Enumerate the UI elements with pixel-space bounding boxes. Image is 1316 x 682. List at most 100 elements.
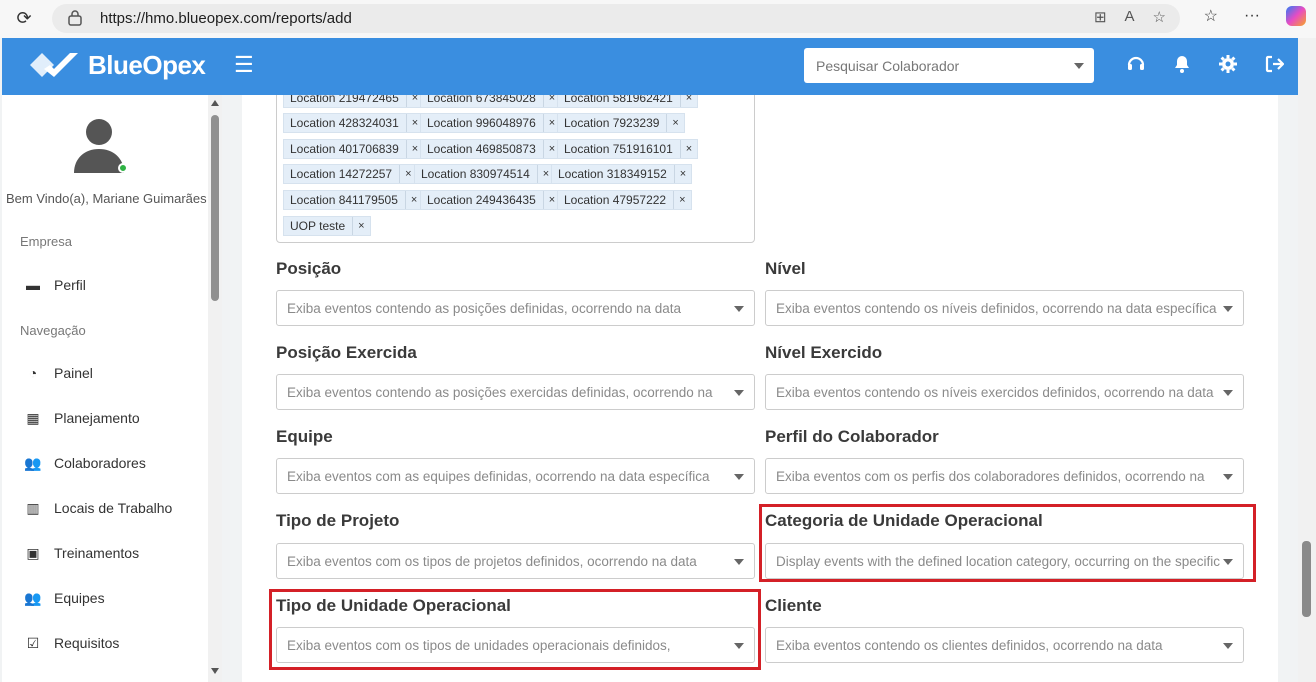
nivel-exercido-select[interactable]: Exiba eventos contendo os níveis exercid… — [765, 374, 1244, 410]
users-icon: 👥 — [24, 455, 42, 471]
tag-remove-icon[interactable]: × — [673, 165, 691, 183]
location-tag: Location 219472465 × — [283, 95, 425, 108]
url-text[interactable]: https://hmo.blueopex.com/reports/add — [100, 10, 352, 27]
hamburger-menu-icon[interactable]: ☰ — [234, 52, 254, 78]
location-tag: Location 469850873 × — [420, 139, 562, 159]
chevron-down-icon — [1223, 390, 1233, 396]
calendar-icon: ▦ — [26, 410, 40, 426]
sidebar-item-equipes[interactable]: 👥 Equipes — [24, 590, 104, 606]
nivel-placeholder: Exiba eventos contendo os níveis definid… — [776, 301, 1217, 325]
read-aloud-icon[interactable]: A — [1125, 8, 1135, 26]
tipo-projeto-select[interactable]: Exiba eventos com os tipos de projetos d… — [276, 543, 755, 579]
equipe-select[interactable]: Exiba eventos com as equipes definidas, … — [276, 458, 755, 494]
perfil-colaborador-select[interactable]: Exiba eventos com os perfis dos colabora… — [765, 458, 1244, 494]
sidebar-item-painel[interactable]: ◔ Painel — [24, 365, 93, 381]
brand-name: BlueOpex — [88, 49, 206, 80]
collaborator-search-select[interactable]: Pesquisar Colaborador — [804, 48, 1094, 83]
nivel-select[interactable]: Exiba eventos contendo os níveis definid… — [765, 290, 1244, 326]
sidebar-item-locais[interactable]: ▥ Locais de Trabalho — [24, 500, 172, 516]
label-nivel-exercido: Nível Exercido — [765, 343, 883, 362]
sidebar-item-label: Treinamentos — [54, 545, 140, 561]
favorite-star-icon[interactable]: ☆ — [1153, 8, 1166, 26]
gear-icon[interactable] — [1218, 54, 1238, 74]
location-tag: Location 401706839 × — [283, 139, 425, 159]
nivel-exercido-placeholder: Exiba eventos contendo os níveis exercid… — [776, 385, 1214, 409]
posicao-select[interactable]: Exiba eventos contendo as posições defin… — [276, 290, 755, 326]
section-navigation: Navegação — [20, 323, 86, 338]
sidebar-scroll-thumb[interactable] — [211, 115, 219, 301]
label-equipe: Equipe — [276, 427, 333, 446]
highlight-box-tipo-uop — [269, 589, 761, 670]
label-posicao-exercida: Posição Exercida — [276, 343, 417, 362]
tag-remove-icon[interactable]: × — [673, 191, 690, 209]
scroll-up-arrow-icon[interactable] — [211, 100, 219, 106]
page-scroll-thumb[interactable] — [1302, 541, 1311, 617]
sidebar-item-label: Requisitos — [54, 635, 120, 651]
welcome-text: Bem Vindo(a), Mariane Guimarães — [6, 191, 207, 206]
chevron-down-icon — [734, 474, 744, 480]
highlight-box-categoria-uop — [759, 504, 1256, 582]
label-perfil-colaborador: Perfil do Colaborador — [765, 427, 939, 446]
label-tipo-projeto: Tipo de Projeto — [276, 511, 400, 530]
avatar[interactable] — [74, 117, 124, 173]
chevron-down-icon — [734, 390, 744, 396]
online-status-dot — [118, 163, 128, 173]
chevron-down-icon — [1223, 643, 1233, 649]
tag-remove-icon[interactable]: × — [666, 114, 683, 132]
sidebar-item-treinamentos[interactable]: ▣ Treinamentos — [24, 545, 139, 561]
sidebar-item-requisitos[interactable]: ☑ Requisitos — [24, 635, 120, 651]
location-tag: Location 581962421 × — [557, 95, 699, 108]
sidebar-item-planejamento[interactable]: ▦ Planejamento — [24, 410, 140, 426]
location-tag: Location 318349152 × — [551, 164, 693, 184]
label-nivel: Nível — [765, 259, 806, 278]
logo-mark-icon — [30, 53, 78, 77]
location-multiselect[interactable]: Location 219472465 × Location 673845028 × … — [276, 95, 755, 243]
section-company: Empresa — [20, 234, 73, 249]
headset-support-icon[interactable] — [1126, 54, 1146, 74]
label-cliente: Cliente — [765, 596, 822, 615]
posicao-placeholder: Exiba eventos contendo as posições defin… — [287, 301, 682, 325]
reload-icon[interactable]: ⟳ — [14, 8, 34, 28]
more-options-icon[interactable]: ··· — [1244, 7, 1260, 25]
favorites-list-icon[interactable]: ☆ — [1204, 6, 1218, 26]
brand-logo[interactable]: BlueOpex — [28, 49, 206, 81]
address-bar[interactable]: https://hmo.blueopex.com/reports/add ⊞ A… — [52, 4, 1180, 33]
location-tag: Location 673845028 × — [420, 95, 562, 108]
tag-remove-icon[interactable]: × — [679, 95, 697, 107]
location-tag: Location 47957222 × — [557, 190, 692, 210]
lock-icon[interactable] — [68, 10, 82, 26]
chevron-down-icon — [1223, 306, 1233, 312]
sidebar-item-label: Locais de Trabalho — [54, 500, 173, 516]
sidebar-item-label: Colaboradores — [54, 455, 146, 471]
page-scrollbar[interactable] — [1298, 38, 1316, 682]
sidebar-item-label: Planejamento — [54, 410, 140, 426]
chevron-down-icon — [1223, 474, 1233, 480]
perfil-colaborador-placeholder: Exiba eventos com os perfis dos colabora… — [776, 469, 1205, 493]
checkbox-icon: ☑ — [26, 635, 40, 651]
sidebar-item-label: Perfil — [54, 277, 86, 293]
tag-remove-icon[interactable]: × — [352, 217, 369, 235]
chevron-down-icon — [734, 559, 744, 565]
logout-icon[interactable] — [1264, 54, 1284, 74]
location-tag: Location 249436435 × — [420, 190, 562, 210]
location-tag: Location 428324031 × — [283, 113, 425, 133]
location-tag: Location 751916101 × — [557, 139, 699, 159]
posicao-exercida-select[interactable]: Exiba eventos contendo as posições exerc… — [276, 374, 755, 410]
tag-remove-icon[interactable]: × — [679, 140, 697, 158]
search-placeholder: Pesquisar Colaborador — [816, 57, 960, 74]
copilot-icon[interactable] — [1286, 6, 1306, 26]
sidebar: Bem Vindo(a), Mariane Guimarães Empresa … — [2, 95, 208, 682]
sidebar-item-perfil[interactable]: ▬ Perfil — [24, 277, 86, 293]
sidebar-scrollbar[interactable] — [208, 95, 222, 682]
dashboard-icon: ◔ — [28, 365, 38, 381]
scroll-down-arrow-icon[interactable] — [211, 668, 219, 674]
posicao-exercida-placeholder: Exiba eventos contendo as posições exerc… — [287, 385, 713, 409]
location-tag: Location 14272257 × — [283, 164, 418, 184]
cliente-select[interactable]: Exiba eventos contendo os clientes defin… — [765, 627, 1244, 663]
app-header: BlueOpex ☰ Pesquisar Colaborador — [2, 38, 1298, 95]
bell-icon[interactable] — [1172, 54, 1192, 74]
label-posicao: Posição — [276, 259, 342, 278]
building-icon: ▥ — [26, 500, 40, 516]
app-grid-icon[interactable]: ⊞ — [1094, 8, 1107, 26]
sidebar-item-colaboradores[interactable]: 👥 Colaboradores — [24, 455, 146, 471]
